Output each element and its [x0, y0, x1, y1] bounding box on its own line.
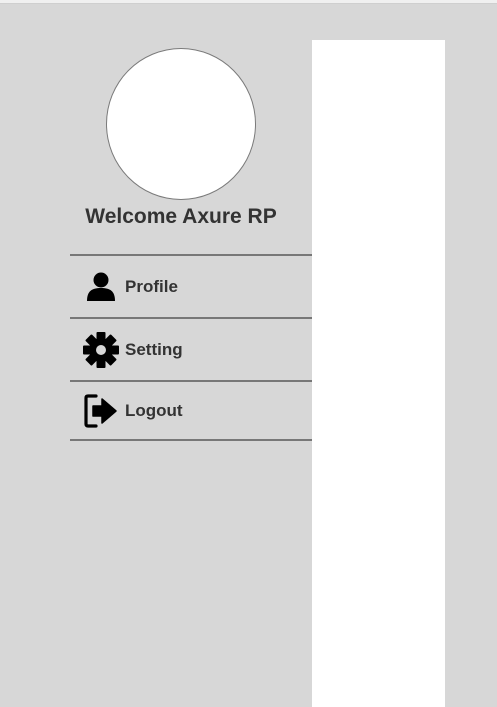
- gear-icon: [82, 331, 120, 369]
- user-icon: [82, 268, 120, 306]
- menu-divider: [70, 439, 312, 441]
- sign-out-icon: [82, 392, 120, 430]
- avatar[interactable]: [106, 48, 256, 200]
- menu-item-label: Logout: [125, 400, 183, 420]
- window-top-edge: [0, 0, 497, 4]
- menu-item-setting[interactable]: Setting: [70, 319, 312, 380]
- menu-item-label: Profile: [125, 276, 178, 296]
- menu-item-logout[interactable]: Logout: [70, 382, 312, 439]
- menu-item-label: Setting: [125, 339, 183, 359]
- content-panel: [312, 40, 445, 707]
- sidebar-menu: Profile Setting Logout: [70, 254, 312, 441]
- menu-item-profile[interactable]: Profile: [70, 256, 312, 317]
- welcome-heading: Welcome Axure RP: [85, 205, 277, 228]
